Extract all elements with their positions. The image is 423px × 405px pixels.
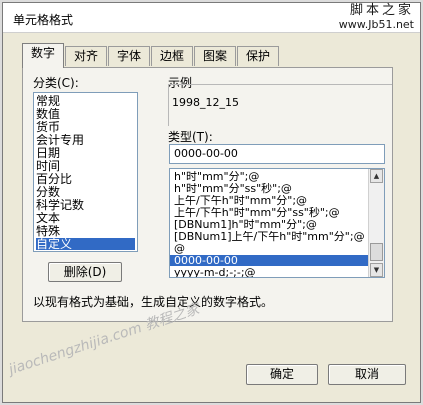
category-item[interactable]: 常规: [36, 95, 135, 107]
scroll-thumb[interactable]: [370, 243, 383, 261]
ok-button[interactable]: 确定: [246, 364, 318, 385]
category-item[interactable]: 分数: [36, 186, 135, 198]
format-item[interactable]: 上午/下午h"时"mm"分";@: [174, 195, 368, 206]
category-item-selected[interactable]: 自定义: [36, 238, 135, 250]
category-item[interactable]: 数值: [36, 108, 135, 120]
format-item[interactable]: 上午/下午h"时"mm"分"ss"秒";@: [174, 207, 368, 218]
category-label: 分类(C):: [33, 76, 79, 90]
tab-border[interactable]: 边框: [151, 46, 193, 66]
category-item[interactable]: 会计专用: [36, 134, 135, 146]
format-item[interactable]: h"时"mm"分";@: [174, 171, 368, 182]
format-list[interactable]: h"时"mm"分";@ h"时"mm"分"ss"秒";@ 上午/下午h"时"mm…: [169, 168, 385, 278]
category-list[interactable]: 常规 数值 货币 会计专用 日期 时间 百分比 分数 科学记数 文本 特殊 自定…: [33, 92, 138, 252]
scroll-up-icon[interactable]: ▲: [370, 169, 383, 183]
tab-alignment[interactable]: 对齐: [65, 46, 107, 66]
category-item[interactable]: 文本: [36, 212, 135, 224]
sample-value: 1998_12_15: [172, 96, 239, 109]
format-item[interactable]: h"时"mm"分"ss"秒";@: [174, 183, 368, 194]
category-item[interactable]: 货币: [36, 121, 135, 133]
category-item[interactable]: 时间: [36, 160, 135, 172]
category-item[interactable]: 百分比: [36, 173, 135, 185]
tab-pattern[interactable]: 图案: [194, 46, 236, 66]
format-item[interactable]: [DBNum1]h"时"mm"分";@: [174, 219, 368, 230]
watermark: 脚本之家 www.Jb51.net: [339, 3, 414, 31]
tab-number[interactable]: 数字: [22, 43, 64, 68]
watermark-text: 脚本之家: [349, 3, 414, 18]
watermark-url: www.Jb51.net: [338, 18, 414, 31]
category-item[interactable]: 日期: [36, 147, 135, 159]
delete-button[interactable]: 删除(D): [48, 262, 122, 282]
format-list-scrollbar[interactable]: ▲ ▼: [368, 169, 384, 277]
format-description: 以现有格式为基础，生成自定义的数字格式。: [33, 295, 274, 309]
format-item[interactable]: [DBNum1]上午/下午h"时"mm"分";@: [174, 231, 368, 242]
title-bar: 单元格格式 脚本之家 www.Jb51.net: [3, 3, 420, 33]
format-item-selected[interactable]: 0000-00-00: [170, 255, 368, 266]
category-item[interactable]: 科学记数: [36, 199, 135, 211]
format-item[interactable]: yyyy-m-d;-;-;@: [174, 267, 368, 277]
cancel-button[interactable]: 取消: [328, 364, 406, 385]
format-item[interactable]: @: [174, 243, 368, 254]
tab-font[interactable]: 字体: [108, 46, 150, 66]
category-item[interactable]: 特殊: [36, 225, 135, 237]
type-input[interactable]: 0000-00-00: [169, 144, 385, 164]
scroll-down-icon[interactable]: ▼: [370, 263, 383, 277]
type-label: 类型(T):: [168, 130, 213, 144]
tab-protection[interactable]: 保护: [237, 46, 279, 66]
dialog-title: 单元格格式: [13, 13, 74, 27]
